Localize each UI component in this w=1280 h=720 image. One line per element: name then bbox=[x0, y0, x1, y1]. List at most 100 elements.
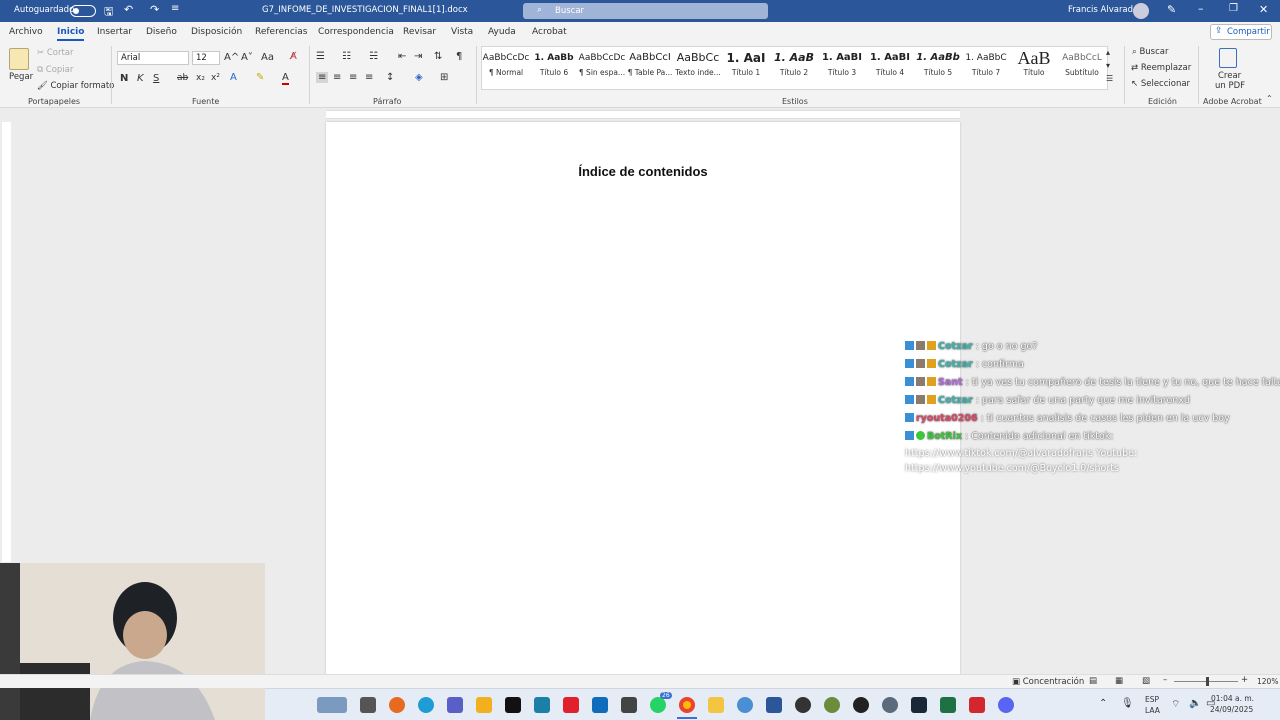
document-heading[interactable]: Índice de contenidos bbox=[326, 164, 960, 179]
multilevel-list-icon[interactable]: ☵ bbox=[369, 51, 378, 62]
tab-referencias[interactable]: Referencias bbox=[255, 27, 308, 37]
style-titulo-4[interactable]: 1. AaBI Título 4 bbox=[866, 50, 914, 86]
styles-scroll-up-icon[interactable]: ▴ bbox=[1106, 48, 1110, 57]
underline-button[interactable]: S bbox=[153, 73, 159, 84]
font-name-select[interactable]: Arial bbox=[117, 51, 189, 65]
style-titulo[interactable]: AaB Título bbox=[1010, 50, 1058, 86]
close-icon[interactable]: ✕ bbox=[1259, 3, 1268, 16]
app-icon[interactable] bbox=[824, 697, 840, 713]
replace-button[interactable]: ⇄ Reemplazar bbox=[1131, 63, 1191, 73]
text-effects-icon[interactable]: A bbox=[230, 72, 237, 83]
collapse-ribbon-icon[interactable]: ⌃ bbox=[1266, 94, 1273, 103]
widgets-icon[interactable] bbox=[317, 697, 347, 713]
align-right-icon[interactable]: ≡ bbox=[349, 72, 357, 83]
undo-icon[interactable]: ↶ bbox=[124, 3, 133, 16]
style-subtitulo[interactable]: AaBbCcL Subtítulo bbox=[1058, 50, 1106, 86]
chrome-icon[interactable] bbox=[679, 697, 695, 713]
style-normal[interactable]: AaBbCcDc ¶ Normal bbox=[482, 50, 530, 86]
wifi-icon[interactable]: ⌔ bbox=[1171, 698, 1180, 711]
borders-icon[interactable]: ⊞ bbox=[440, 72, 448, 83]
style-titulo-5[interactable]: 1. AaBb Título 5 bbox=[914, 50, 962, 86]
language-2[interactable]: LAA bbox=[1145, 706, 1160, 715]
search-box[interactable]: ⌕ Buscar bbox=[523, 3, 768, 19]
settings-icon[interactable] bbox=[882, 697, 898, 713]
avatar[interactable] bbox=[1133, 3, 1149, 19]
zoom-in-icon[interactable]: + bbox=[1241, 675, 1248, 685]
create-pdf-label-2[interactable]: un PDF bbox=[1215, 81, 1245, 91]
task-view-icon[interactable] bbox=[360, 697, 376, 713]
tab-ayuda[interactable]: Ayuda bbox=[488, 27, 516, 37]
justify-icon[interactable]: ≡ bbox=[365, 72, 373, 83]
clock-date[interactable]: 24/09/2025 bbox=[1210, 705, 1253, 714]
style-titulo-1[interactable]: 1. AaI Título 1 bbox=[722, 50, 770, 86]
tiktok-icon[interactable] bbox=[505, 697, 521, 713]
cut-button[interactable]: ✂ Cortar bbox=[37, 48, 74, 58]
pilcrow-icon[interactable]: ¶ bbox=[456, 51, 462, 62]
horizontal-ruler[interactable] bbox=[326, 110, 960, 119]
clear-format-icon[interactable]: A̸ bbox=[290, 51, 297, 62]
styles-scroll-down-icon[interactable]: ▾ bbox=[1106, 61, 1110, 70]
zoom-slider-handle[interactable] bbox=[1206, 677, 1209, 686]
acrobat-icon[interactable] bbox=[969, 697, 985, 713]
file-explorer-icon[interactable] bbox=[708, 697, 724, 713]
app-icon[interactable] bbox=[534, 697, 550, 713]
line-spacing-icon[interactable]: ↕ bbox=[386, 72, 394, 83]
pen-icon[interactable]: ✎ bbox=[1167, 3, 1176, 16]
bullets-icon[interactable]: ☰ bbox=[316, 51, 325, 62]
tab-acrobat[interactable]: Acrobat bbox=[532, 27, 567, 37]
document-filename[interactable]: G7_INFOME_DE_INVESTIGACION_FINAL1[1].doc… bbox=[262, 5, 468, 15]
word-icon[interactable] bbox=[766, 697, 782, 713]
select-button[interactable]: ↖ Seleccionar bbox=[1131, 79, 1190, 89]
find-button[interactable]: ⌕ Buscar bbox=[1132, 47, 1169, 57]
shrink-font-button[interactable]: A˅ bbox=[241, 52, 253, 63]
style-titulo-6[interactable]: 1. AaBb Título 6 bbox=[530, 50, 578, 86]
excel-icon[interactable] bbox=[940, 697, 956, 713]
tray-chevron-icon[interactable]: ⌃ bbox=[1099, 698, 1107, 709]
style-titulo-3[interactable]: 1. AaBI Título 3 bbox=[818, 50, 866, 86]
app-icon[interactable] bbox=[737, 697, 753, 713]
numbering-icon[interactable]: ☷ bbox=[342, 51, 351, 62]
restore-icon[interactable]: ❐ bbox=[1229, 3, 1238, 14]
language-1[interactable]: ESP bbox=[1145, 695, 1159, 704]
italic-button[interactable]: K bbox=[137, 73, 144, 84]
subscript-button[interactable]: x₂ bbox=[196, 73, 205, 83]
document-page[interactable]: Índice de contenidos bbox=[326, 122, 960, 674]
store-icon[interactable] bbox=[476, 697, 492, 713]
minimize-icon[interactable]: – bbox=[1198, 2, 1204, 15]
save-icon[interactable]: 🖫 bbox=[104, 3, 113, 22]
sort-icon[interactable]: ⇅ bbox=[434, 51, 442, 62]
volume-icon[interactable]: 🔈 bbox=[1189, 698, 1201, 709]
style-titulo-7[interactable]: 1. AaBbC Título 7 bbox=[962, 50, 1010, 86]
decrease-indent-icon[interactable]: ⇤ bbox=[398, 51, 406, 62]
read-mode-icon[interactable]: ▤ bbox=[1089, 676, 1097, 686]
app-icon[interactable] bbox=[795, 697, 811, 713]
paste-label[interactable]: Pegar bbox=[9, 72, 33, 82]
focus-mode-button[interactable]: ▣ Concentración bbox=[1012, 677, 1084, 687]
styles-more-icon[interactable]: ☰ bbox=[1106, 74, 1113, 83]
create-pdf-icon[interactable] bbox=[1219, 48, 1237, 68]
bold-button[interactable]: N bbox=[120, 73, 128, 84]
tab-disposicion[interactable]: Disposición bbox=[191, 27, 242, 37]
change-case-button[interactable]: Aa bbox=[261, 52, 274, 63]
tab-inicio[interactable]: Inicio bbox=[57, 27, 85, 41]
tab-correspondencia[interactable]: Correspondencia bbox=[318, 27, 394, 37]
tab-archivo[interactable]: Archivo bbox=[9, 27, 43, 37]
align-left-icon[interactable]: ≡ bbox=[316, 72, 329, 83]
style-table-paragraph[interactable]: AaBbCcI ¶ Table Pa... bbox=[626, 50, 674, 86]
discord-icon[interactable] bbox=[998, 697, 1014, 713]
print-layout-icon[interactable]: ▦ bbox=[1115, 676, 1123, 686]
style-texto-independiente[interactable]: AaBbCc Texto inde... bbox=[674, 50, 722, 86]
paste-icon[interactable] bbox=[9, 48, 29, 70]
zoom-out-icon[interactable]: – bbox=[1163, 675, 1167, 685]
share-button[interactable]: ⇪ Compartir bbox=[1210, 24, 1272, 40]
increase-indent-icon[interactable]: ⇥ bbox=[414, 51, 422, 62]
netflix-icon[interactable] bbox=[563, 697, 579, 713]
grow-font-button[interactable]: A^ bbox=[224, 52, 239, 63]
tab-insertar[interactable]: Insertar bbox=[97, 27, 132, 37]
redo-icon[interactable]: ↷ bbox=[150, 3, 159, 16]
whatsapp-icon[interactable] bbox=[650, 697, 666, 713]
steam-icon[interactable] bbox=[911, 697, 927, 713]
web-layout-icon[interactable]: ▧ bbox=[1142, 676, 1150, 686]
tab-diseno[interactable]: Diseño bbox=[146, 27, 177, 37]
align-center-icon[interactable]: ≡ bbox=[333, 72, 341, 83]
